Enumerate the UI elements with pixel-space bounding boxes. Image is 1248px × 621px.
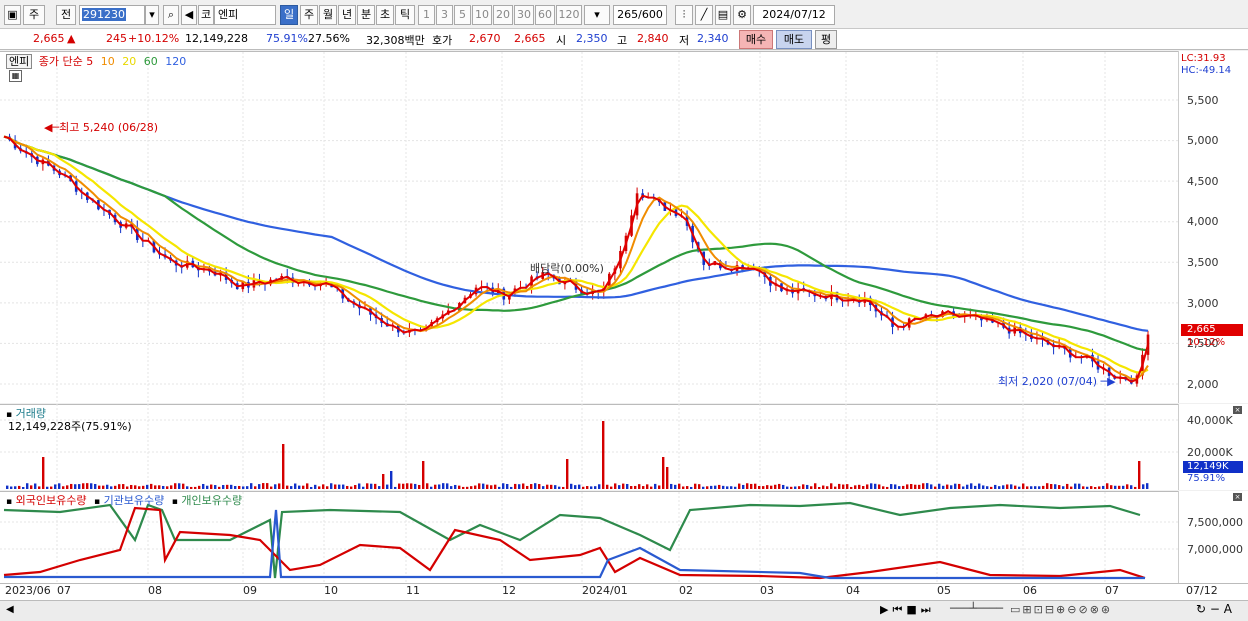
low-annotation: 최저 2,020 (07/04) ─▶ bbox=[998, 375, 1116, 388]
y-tick: 4,000 bbox=[1187, 215, 1219, 228]
scroll-bar[interactable]: ◀ ▶⏮■⏭ ───┴──── ▭⊞⊡⊟⊕⊖⊘⊗⊛ ↻ − A bbox=[0, 600, 1248, 621]
ma60-label: 60 bbox=[143, 55, 158, 68]
x-tick: 2024/01 bbox=[582, 584, 628, 597]
institution-label: 기관보유수량 bbox=[103, 494, 165, 507]
high-annotation: ◀─최고 5,240 (06/28) bbox=[44, 121, 159, 134]
x-tick: 04 bbox=[846, 584, 860, 597]
panel-menu-icon[interactable]: ▪ bbox=[94, 497, 100, 507]
x-tick: 12 bbox=[502, 584, 516, 597]
scroll-left-icon[interactable]: ◀ bbox=[6, 604, 14, 615]
chart-canvas bbox=[0, 52, 1178, 583]
x-tick: 10 bbox=[324, 584, 338, 597]
dividend-annotation: 배당락(0.00%) bbox=[530, 262, 604, 275]
y-tick: 4,500 bbox=[1187, 175, 1219, 188]
volume-bars bbox=[6, 421, 1149, 489]
vol-y-tick: 20,000K bbox=[1187, 446, 1233, 459]
hc-label: HC:-49.14 bbox=[1181, 65, 1232, 76]
ma120-label: 120 bbox=[165, 55, 187, 68]
volume-pct-tag: 75.91% bbox=[1187, 473, 1226, 484]
ma5-label: 5 bbox=[86, 55, 94, 68]
x-tick: 07/12 bbox=[1186, 584, 1218, 597]
holdings-lines bbox=[3, 501, 1146, 580]
table-icon[interactable]: ▦ bbox=[9, 70, 22, 82]
hold-y-tick: 7,500,000 bbox=[1187, 516, 1243, 529]
foreign-label: 외국인보유수량 bbox=[15, 494, 87, 507]
lc-label: LC:31.93 bbox=[1181, 53, 1226, 64]
low-annotation-text: 최저 2,020 (07/04) bbox=[998, 375, 1098, 388]
x-tick: 2023/06 bbox=[5, 584, 51, 597]
playback-controls[interactable]: ▶⏮■⏭ bbox=[880, 603, 935, 617]
y-tick: 5,500 bbox=[1187, 94, 1219, 107]
stock-name-tag[interactable]: 엔피 bbox=[6, 54, 33, 69]
zoom-slider[interactable]: ───┴──── bbox=[950, 602, 1003, 615]
volume-value-label: 12,149,228주(75.91%) bbox=[8, 420, 132, 433]
ma-title: 종가 단순 bbox=[38, 55, 83, 68]
x-tick: 06 bbox=[1023, 584, 1037, 597]
x-tick: 03 bbox=[760, 584, 774, 597]
x-tick: 11 bbox=[406, 584, 420, 597]
individual-label: 개인보유수량 bbox=[181, 494, 243, 507]
panel-menu-icon[interactable]: ▪ bbox=[172, 497, 178, 507]
hold-y-tick: 7,000,000 bbox=[1187, 543, 1243, 556]
x-tick: 07 bbox=[57, 584, 71, 597]
y-tick: 5,000 bbox=[1187, 134, 1219, 147]
x-tick: 08 bbox=[148, 584, 162, 597]
current-price-tag: 2,665 bbox=[1181, 324, 1243, 336]
x-tick: 09 bbox=[243, 584, 257, 597]
x-tick: 02 bbox=[679, 584, 693, 597]
volume-close-icon[interactable]: × bbox=[1233, 406, 1242, 414]
y-tick: 3,500 bbox=[1187, 256, 1219, 269]
holdings-close-icon[interactable]: × bbox=[1233, 493, 1242, 501]
holdings-legend: ▪ 외국인보유수량 ▪ 기관보유수량 ▪ 개인보유수량 bbox=[6, 492, 242, 508]
ma10-label: 10 bbox=[100, 55, 115, 68]
y-tick: 3,000 bbox=[1187, 297, 1219, 310]
high-annotation-text: 최고 5,240 (06/28) bbox=[59, 121, 159, 134]
volume-current-tag: 12,149K bbox=[1183, 461, 1243, 473]
zoom-in-out-icons[interactable]: ↻ − A bbox=[1196, 602, 1232, 616]
ma20-label: 20 bbox=[122, 55, 137, 68]
panel-menu-icon[interactable]: ▪ bbox=[6, 497, 12, 507]
current-pct-tag: 10.12% bbox=[1187, 337, 1226, 348]
vol-y-tick: 40,000K bbox=[1187, 414, 1233, 427]
y-tick: 2,000 bbox=[1187, 378, 1219, 391]
x-tick: 05 bbox=[937, 584, 951, 597]
x-tick: 07 bbox=[1105, 584, 1119, 597]
zoom-tools-icons[interactable]: ▭⊞⊡⊟⊕⊖⊘⊗⊛ bbox=[1010, 603, 1112, 616]
price-legend: 엔피 종가 단순 5 10 20 60 120 bbox=[6, 53, 186, 69]
